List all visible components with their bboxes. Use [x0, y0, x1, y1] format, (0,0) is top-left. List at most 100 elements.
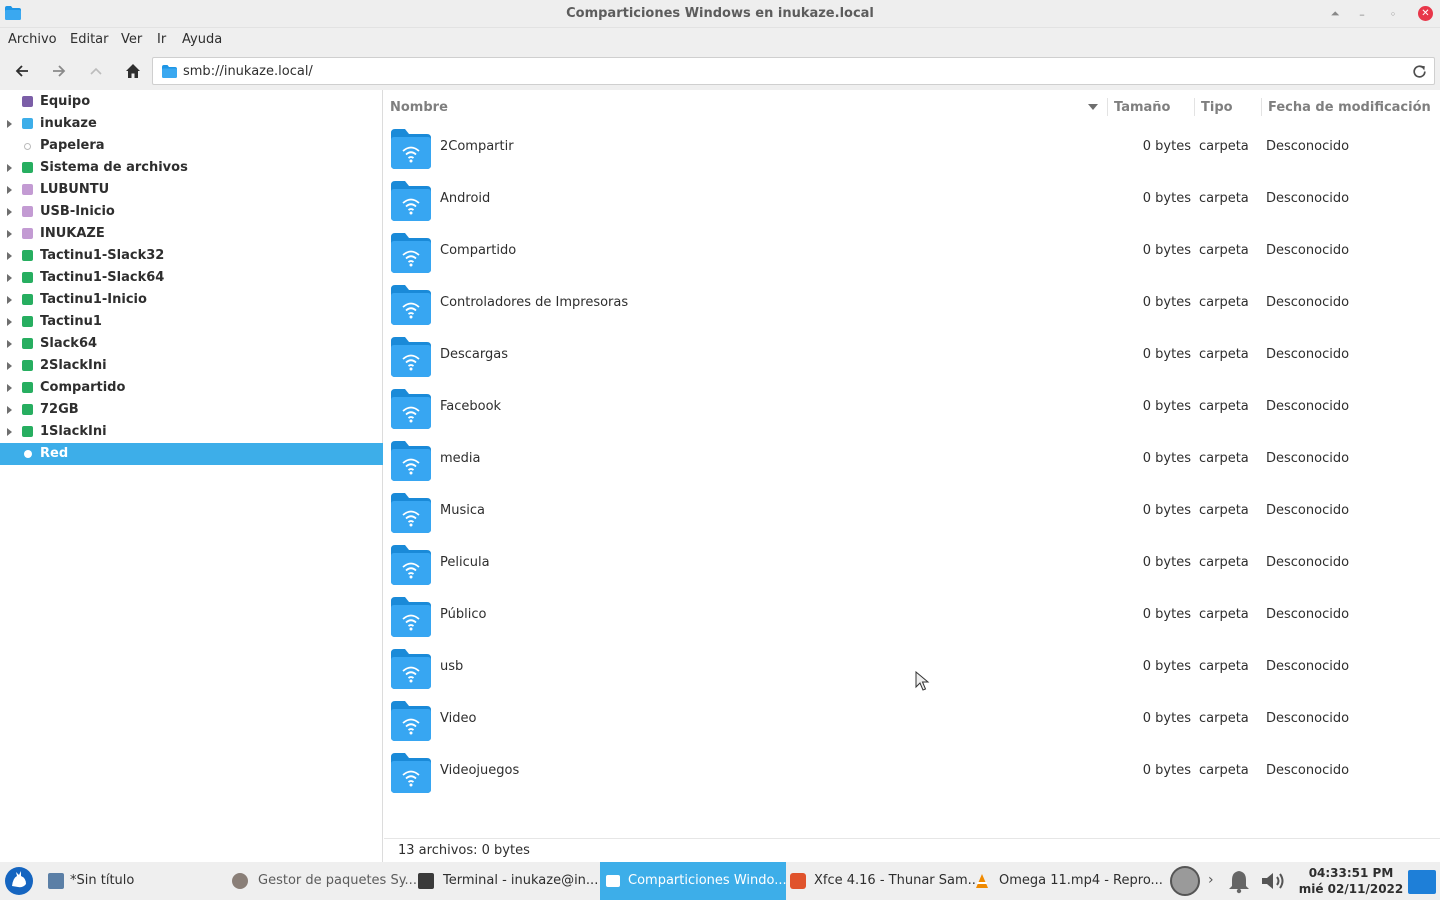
- tray-expand-button[interactable]: ›: [1204, 862, 1222, 900]
- column-size[interactable]: Tamaño: [1114, 100, 1170, 115]
- file-row[interactable]: Facebook 0 bytes carpeta Desconocido: [384, 382, 1440, 434]
- file-row[interactable]: usb 0 bytes carpeta Desconocido: [384, 642, 1440, 694]
- file-type: carpeta: [1199, 399, 1249, 414]
- expander-icon[interactable]: [7, 230, 12, 238]
- sidebar-item-2slackini[interactable]: 2SlackIni: [0, 355, 383, 377]
- file-row[interactable]: Controladores de Impresoras 0 bytes carpet…: [384, 278, 1440, 330]
- sidebar-item-tactinu1-inicio[interactable]: Tactinu1-Inicio: [0, 289, 383, 311]
- expander-icon[interactable]: [7, 318, 12, 326]
- file-row[interactable]: Compartido 0 bytes carpeta Desconocido: [384, 226, 1440, 278]
- file-row[interactable]: Videojuegos 0 bytes carpeta Desconocido: [384, 746, 1440, 798]
- whisker-menu-button[interactable]: [0, 862, 38, 900]
- column-type[interactable]: Tipo: [1201, 100, 1233, 115]
- expander-icon[interactable]: [7, 406, 12, 414]
- home-button[interactable]: [122, 61, 144, 81]
- column-separator[interactable]: [1194, 98, 1195, 116]
- package-manager-icon: [232, 873, 248, 889]
- task-media-player[interactable]: Omega 11.mp4 - Repro...: [972, 862, 1163, 900]
- file-row[interactable]: 2Compartir 0 bytes carpeta Desconocido: [384, 122, 1440, 174]
- location-path[interactable]: smb://inukaze.local/: [183, 64, 313, 79]
- file-row[interactable]: Público 0 bytes carpeta Desconocido: [384, 590, 1440, 642]
- file-row[interactable]: media 0 bytes carpeta Desconocido: [384, 434, 1440, 486]
- shade-button[interactable]: ⏶: [1326, 5, 1344, 23]
- expander-icon[interactable]: [7, 296, 12, 304]
- back-button[interactable]: [11, 61, 33, 81]
- chevron-right-icon: ›: [1208, 872, 1214, 888]
- file-row[interactable]: Descargas 0 bytes carpeta Desconocido: [384, 330, 1440, 382]
- task-browser[interactable]: Xfce 4.16 - Thunar Sam...: [786, 862, 980, 900]
- file-date: Desconocido: [1266, 451, 1350, 466]
- file-date: Desconocido: [1266, 243, 1350, 258]
- close-button[interactable]: ✕: [1418, 6, 1433, 21]
- clock[interactable]: 04:33:51 PM mié 02/11/2022: [1296, 865, 1406, 897]
- menu-archivo[interactable]: Archivo: [8, 32, 57, 47]
- file-size: 0 bytes: [1142, 295, 1191, 310]
- expander-icon[interactable]: [7, 208, 12, 216]
- expander-icon[interactable]: [7, 120, 12, 128]
- notifications-button[interactable]: [1224, 862, 1254, 900]
- expander-icon[interactable]: [7, 362, 12, 370]
- file-name: Controladores de Impresoras: [440, 295, 629, 310]
- sidebar-item-inukaze-drive[interactable]: INUKAZE: [0, 223, 383, 245]
- expander-icon[interactable]: [7, 164, 12, 172]
- column-date[interactable]: Fecha de modificación: [1268, 100, 1431, 115]
- expander-icon[interactable]: [7, 186, 12, 194]
- column-name[interactable]: Nombre: [390, 100, 448, 115]
- up-button[interactable]: [85, 61, 107, 81]
- column-separator[interactable]: [1107, 98, 1108, 116]
- file-type: carpeta: [1199, 295, 1249, 310]
- status-text: 13 archivos: 0 bytes: [398, 843, 530, 858]
- tray-avatar[interactable]: [1168, 862, 1202, 900]
- file-row[interactable]: Android 0 bytes carpeta Desconocido: [384, 174, 1440, 226]
- file-row[interactable]: Pelicula 0 bytes carpeta Desconocido: [384, 538, 1440, 590]
- task-text-editor[interactable]: *Sin título: [42, 862, 222, 900]
- home-icon: [126, 64, 140, 78]
- expander-icon[interactable]: [7, 252, 12, 260]
- reload-icon[interactable]: [1411, 63, 1428, 80]
- expander-icon[interactable]: [7, 274, 12, 282]
- sidebar-item-equipo[interactable]: Equipo: [0, 91, 383, 113]
- file-row[interactable]: Musica 0 bytes carpeta Desconocido: [384, 486, 1440, 538]
- maximize-button[interactable]: ◦: [1384, 5, 1402, 23]
- sidebar-item-tactinu1[interactable]: Tactinu1: [0, 311, 383, 333]
- task-package-manager[interactable]: Gestor de paquetes Sy...: [226, 862, 417, 900]
- sidebar-item-sistema-de-archivos[interactable]: Sistema de archivos: [0, 157, 383, 179]
- column-separator[interactable]: [1261, 98, 1262, 116]
- expander-icon[interactable]: [7, 384, 12, 392]
- taskbar: *Sin título Gestor de paquetes Sy... Ter…: [0, 862, 1440, 900]
- expander-icon[interactable]: [7, 428, 12, 436]
- show-desktop-button[interactable]: [1406, 862, 1440, 900]
- sidebar-item-label: USB-Inicio: [40, 204, 115, 219]
- task-file-manager[interactable]: Comparticiones Windo...: [600, 862, 787, 900]
- sidebar-item-tactinu1-slack64[interactable]: Tactinu1-Slack64: [0, 267, 383, 289]
- expander-icon[interactable]: [7, 340, 12, 348]
- file-size: 0 bytes: [1142, 399, 1191, 414]
- sidebar-item-label: inukaze: [40, 116, 97, 131]
- menu-ayuda[interactable]: Ayuda: [182, 32, 222, 47]
- task-terminal[interactable]: Terminal - inukaze@in...: [412, 862, 600, 900]
- sort-descending-icon[interactable]: [1088, 104, 1098, 110]
- sidebar-item-1slackini[interactable]: 1SlackIni: [0, 421, 383, 443]
- location-bar[interactable]: smb://inukaze.local/: [152, 57, 1435, 85]
- menu-ver[interactable]: Ver: [121, 32, 142, 47]
- sidebar-item-red[interactable]: Red: [0, 443, 383, 465]
- minimize-button[interactable]: –: [1353, 5, 1371, 23]
- forward-button[interactable]: [48, 61, 70, 81]
- file-row[interactable]: Video 0 bytes carpeta Desconocido: [384, 694, 1440, 746]
- sidebar-item-usb-inicio[interactable]: USB-Inicio: [0, 201, 383, 223]
- sidebar-item-72gb[interactable]: 72GB: [0, 399, 383, 421]
- sidebar-item-inukaze[interactable]: inukaze: [0, 113, 383, 135]
- file-size: 0 bytes: [1142, 503, 1191, 518]
- sidebar-item-slack64[interactable]: Slack64: [0, 333, 383, 355]
- file-date: Desconocido: [1266, 607, 1350, 622]
- usb-drive-icon: [22, 206, 33, 217]
- volume-button[interactable]: [1258, 862, 1292, 900]
- task-label: Omega 11.mp4 - Repro...: [999, 873, 1163, 888]
- sidebar-item-lubuntu[interactable]: LUBUNTU: [0, 179, 383, 201]
- sidebar-item-compartido[interactable]: Compartido: [0, 377, 383, 399]
- menu-ir[interactable]: Ir: [157, 32, 166, 47]
- sidebar-item-tactinu1-slack32[interactable]: Tactinu1-Slack32: [0, 245, 383, 267]
- menu-editar[interactable]: Editar: [70, 32, 109, 47]
- sidebar-item-papelera[interactable]: Papelera: [0, 135, 383, 157]
- network-folder-icon: [391, 233, 431, 273]
